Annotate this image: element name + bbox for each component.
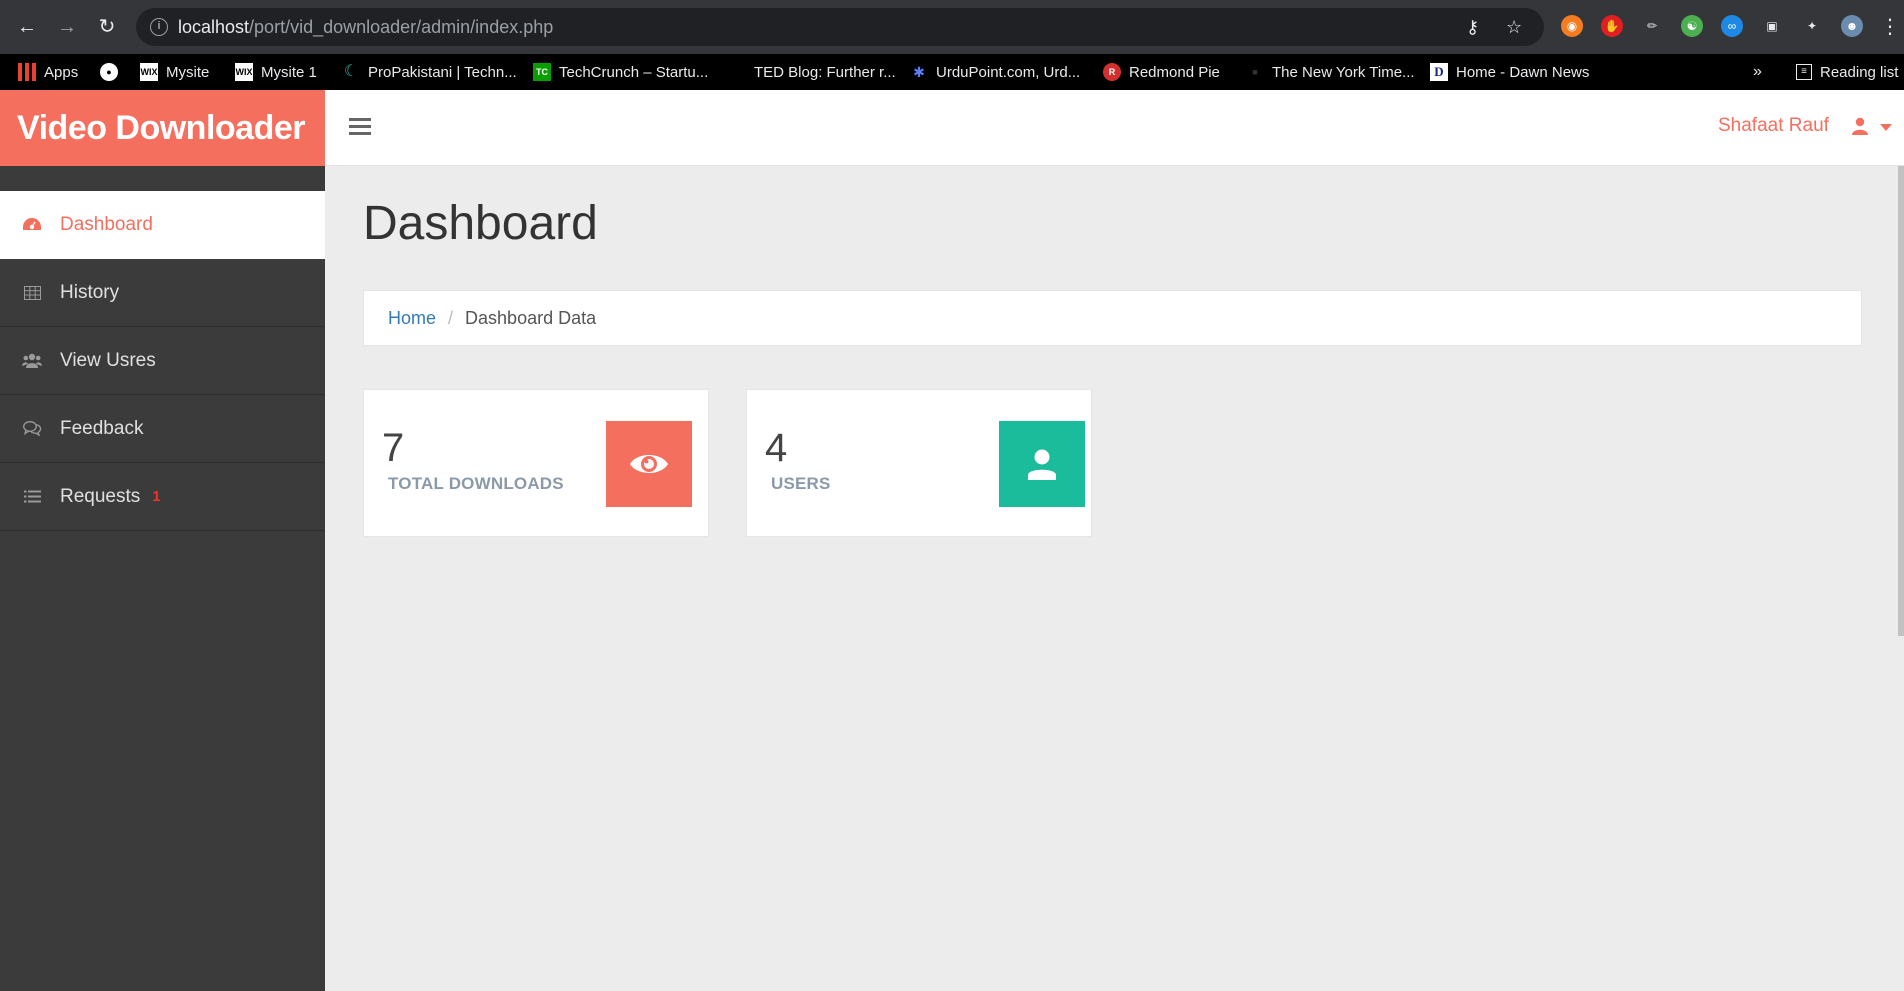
globe-icon: ●	[100, 63, 118, 81]
bookmark-apps[interactable]: Apps	[18, 62, 78, 82]
sidebar-item-requests[interactable]: Requests 1	[0, 463, 325, 531]
pen-extension-icon[interactable]: ✏	[1641, 15, 1663, 37]
users-icon	[22, 351, 42, 371]
bookmark-propakistani[interactable]: ☾ ProPakistani | Techn...	[342, 62, 517, 82]
propakistani-icon: ☾	[343, 63, 359, 80]
bookmarks-overflow[interactable]: »	[1753, 62, 1762, 82]
wix-icon: WIX	[235, 63, 253, 81]
page-title: Dashboard	[363, 197, 598, 250]
bookmark-techcrunch[interactable]: TC TechCrunch – Startu...	[533, 62, 708, 82]
bookmarks-bar: Apps ● WIX Mysite WIX Mysite 1 ☾ ProPaki…	[0, 54, 1904, 90]
breadcrumb-separator: /	[448, 308, 454, 328]
redmondpie-icon: R	[1103, 63, 1121, 81]
sidebar: Dashboard History View Usres Feedback Re…	[0, 166, 325, 991]
key-icon[interactable]: ⚷	[1466, 17, 1479, 38]
requests-count-badge: 1	[152, 488, 161, 505]
reading-list-icon: ≡	[1796, 64, 1812, 80]
comments-icon	[22, 419, 42, 439]
bookmark-mysite-1[interactable]: WIX Mysite 1	[235, 62, 317, 82]
bookmark-nyt[interactable]: ■ The New York Time...	[1246, 62, 1414, 82]
hamburger-menu-icon[interactable]	[349, 118, 371, 136]
infinity-extension-icon[interactable]: ∞	[1721, 15, 1743, 37]
bookmark-globe[interactable]: ●	[100, 62, 118, 82]
ted-icon	[728, 63, 746, 81]
nyt-icon: ■	[1252, 67, 1258, 77]
star-icon[interactable]: ☆	[1506, 17, 1522, 38]
breadcrumb: Home / Dashboard Data	[363, 290, 1862, 346]
page-scrollbar[interactable]	[1898, 166, 1904, 636]
breadcrumb-current: Dashboard Data	[465, 308, 597, 328]
user-menu-icon[interactable]	[1852, 117, 1868, 140]
user-icon	[999, 421, 1085, 507]
bookmark-redmondpie[interactable]: R Redmond Pie	[1103, 62, 1220, 82]
url-text[interactable]: localhost/port/vid_downloader/admin/inde…	[178, 17, 553, 38]
forward-icon[interactable]: →	[54, 14, 80, 40]
browser-menu-icon[interactable]: ⋮	[1880, 14, 1900, 40]
users-label: USERS	[771, 474, 831, 493]
list-icon	[22, 487, 42, 507]
chevron-down-icon[interactable]	[1880, 124, 1892, 131]
brand-logo[interactable]: Video Downloader	[0, 90, 325, 166]
dawn-icon: D	[1430, 63, 1448, 81]
reload-icon[interactable]: ↻	[94, 14, 120, 40]
total-downloads-value: 7	[382, 426, 405, 470]
address-bar[interactable]: i localhost/port/vid_downloader/admin/in…	[136, 8, 1544, 46]
sidebar-item-dashboard[interactable]: Dashboard	[0, 191, 325, 259]
bookmark-mysite[interactable]: WIX Mysite	[140, 62, 209, 82]
sidebar-item-view-users[interactable]: View Usres	[0, 327, 325, 395]
reading-list[interactable]: ≡ Reading list	[1796, 62, 1898, 82]
browser-toolbar: ← → ↻ i localhost/port/vid_downloader/ad…	[0, 0, 1904, 54]
urdupoint-icon: ✱	[913, 64, 925, 80]
table-icon	[22, 283, 42, 303]
total-downloads-label: TOTAL DOWNLOADS	[388, 474, 564, 493]
sidebar-item-feedback[interactable]: Feedback	[0, 395, 325, 463]
earth-extension-icon[interactable]: ☯	[1681, 15, 1703, 37]
site-info-icon[interactable]: i	[150, 18, 168, 36]
stat-card-users[interactable]: 4 USERS	[746, 389, 1092, 537]
camera-extension-icon[interactable]: ▣	[1761, 15, 1783, 37]
apps-grid-icon	[18, 63, 36, 81]
stat-card-total-downloads[interactable]: 7 TOTAL DOWNLOADS	[363, 389, 709, 537]
top-navbar: Shafaat Rauf	[325, 90, 1904, 166]
wix-icon: WIX	[140, 63, 158, 81]
profile-avatar-icon[interactable]: ☻	[1841, 15, 1863, 37]
bookmark-ted[interactable]: TED Blog: Further r...	[728, 62, 896, 82]
eye-icon	[606, 421, 692, 507]
rss-extension-icon[interactable]: ◉	[1561, 15, 1583, 37]
dashboard-icon	[22, 215, 42, 235]
users-value: 4	[765, 426, 788, 470]
user-name[interactable]: Shafaat Rauf	[1718, 115, 1829, 137]
bookmark-urdupoint[interactable]: ✱ UrduPoint.com, Urd...	[910, 62, 1080, 82]
bookmark-dawn[interactable]: D Home - Dawn News	[1430, 62, 1589, 82]
adblock-extension-icon[interactable]: ✋	[1601, 15, 1623, 37]
techcrunch-icon: TC	[533, 63, 551, 81]
extensions-puzzle-icon[interactable]: ✦	[1801, 15, 1823, 37]
sidebar-item-history[interactable]: History	[0, 259, 325, 327]
admin-app: Video Downloader Shafaat Rauf Dashboard …	[0, 90, 1904, 991]
back-icon[interactable]: ←	[14, 14, 40, 40]
breadcrumb-home-link[interactable]: Home	[388, 308, 436, 328]
